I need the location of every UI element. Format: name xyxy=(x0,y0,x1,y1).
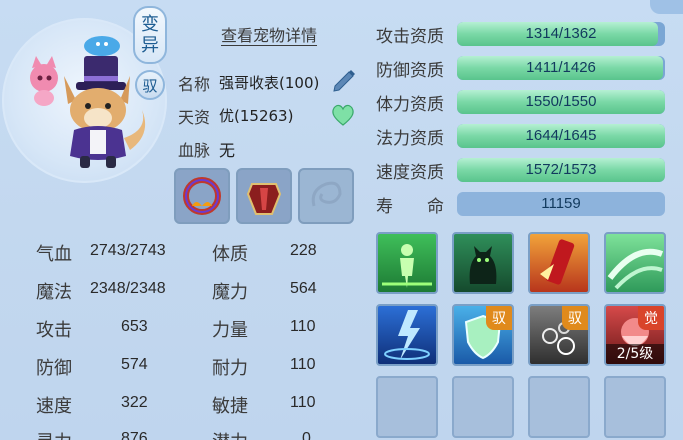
skill-slot-7[interactable]: 驭 xyxy=(528,304,590,366)
attr-label-defense: 防御资质 xyxy=(376,61,444,81)
pet-name-value: 强哥收表(100) xyxy=(219,74,320,92)
equip-slot-3-empty[interactable] xyxy=(298,168,354,224)
stat-label-strength: 力量 xyxy=(212,320,248,341)
stat-label-constitution: 体质 xyxy=(212,244,248,265)
wind-skill-icon xyxy=(607,248,664,290)
skill-slot-5[interactable] xyxy=(376,304,438,366)
stat-value-mp: 2348/2348 xyxy=(90,280,166,297)
skill-slot-empty-2[interactable] xyxy=(452,376,514,438)
skill-slot-3[interactable] xyxy=(528,232,590,294)
skill-slot-6[interactable]: 驭 xyxy=(452,304,514,366)
mutation-char-1: 变 xyxy=(141,14,159,35)
equip-slot-1[interactable] xyxy=(174,168,230,224)
skill-tag-awaken: 觉 xyxy=(638,306,664,330)
pet-detail-panel: 变 异 驭 查看宠物详情 名称 强哥收表(100) 天资 优(15263) 血脉… xyxy=(0,0,683,440)
skill-slot-empty-3[interactable] xyxy=(528,376,590,438)
mutation-badge: 变 异 xyxy=(133,6,167,64)
stat-value-spirit: 876 xyxy=(121,430,148,440)
attr-label-attack: 攻击资质 xyxy=(376,27,444,47)
lifespan-bar: 11159 xyxy=(457,192,665,216)
attr-label-mana: 法力资质 xyxy=(376,129,444,149)
stat-label-spirit: 灵力 xyxy=(36,428,72,440)
attr-label-stamina: 体力资质 xyxy=(376,95,444,115)
skill-slot-empty-4[interactable] xyxy=(604,376,666,438)
attr-bar-text: 1550/1550 xyxy=(525,93,597,110)
fire-scroll-skill-icon xyxy=(540,239,575,285)
skill-tag-yu: 驭 xyxy=(562,306,588,330)
stat-value-magic: 564 xyxy=(290,280,317,297)
attr-bar-text: 1411/1426 xyxy=(526,59,596,76)
lifespan-label: 寿 命 xyxy=(376,197,444,217)
skill-slot-8[interactable]: 觉 2/5级 xyxy=(604,304,666,366)
skill-level: 2/5级 xyxy=(606,344,664,364)
stat-label-mp: 魔法 xyxy=(36,282,72,303)
stat-label-hp: 气血 xyxy=(36,244,72,265)
empty-ornament-icon xyxy=(311,181,342,207)
stat-value-endurance: 110 xyxy=(290,356,316,373)
attr-bar-mana: 1644/1645 xyxy=(457,124,665,148)
view-pet-details-link[interactable]: 查看宠物详情 xyxy=(221,22,317,46)
stat-value-constitution: 228 xyxy=(290,242,317,259)
bloodline-value: 无 xyxy=(219,141,236,160)
attr-bar-text: 1314/1362 xyxy=(525,25,597,42)
armor-icon xyxy=(246,183,282,215)
stat-value-attack: 653 xyxy=(121,318,148,335)
skill-slot-empty-1[interactable] xyxy=(376,376,438,438)
attr-bar-defense: 1411/1426 xyxy=(457,56,665,80)
stat-value-speed: 322 xyxy=(121,394,148,411)
stat-label-defense: 防御 xyxy=(36,358,72,379)
attr-bar-speed: 1572/1573 xyxy=(457,158,665,182)
skill-tag-yu: 驭 xyxy=(486,306,512,330)
skill-slot-4[interactable] xyxy=(604,232,666,294)
stat-label-potential: 潜力 xyxy=(212,428,248,440)
cat-silhouette-skill-icon xyxy=(469,246,497,284)
flame-ring-icon xyxy=(183,177,221,215)
stat-value-defense: 574 xyxy=(121,356,148,373)
attr-label-speed: 速度资质 xyxy=(376,163,444,183)
stat-label-attack: 攻击 xyxy=(36,320,72,341)
skill-slot-1[interactable] xyxy=(376,232,438,294)
stat-value-strength: 110 xyxy=(290,318,316,335)
yu-badge: 驭 xyxy=(135,70,165,100)
attr-bar-attack: 1314/1362 xyxy=(457,22,665,46)
stat-value-hp: 2743/2743 xyxy=(90,242,166,259)
lifespan-value: 11159 xyxy=(541,195,581,212)
lightning-skill-icon xyxy=(384,310,430,360)
attr-bar-text: 1644/1645 xyxy=(525,127,597,144)
attr-bar-text: 1572/1573 xyxy=(525,161,597,178)
stat-value-agility: 110 xyxy=(290,394,316,411)
mutation-char-2: 异 xyxy=(141,35,159,56)
aptitude-label: 天资 xyxy=(178,108,211,127)
heart-icon[interactable] xyxy=(330,103,356,127)
stat-label-agility: 敏捷 xyxy=(212,396,248,417)
stat-value-potential: 0 xyxy=(302,430,311,440)
stat-label-magic: 魔力 xyxy=(212,282,248,303)
corner-decoration xyxy=(650,0,683,14)
aptitude-value: 优(15263) xyxy=(219,107,294,125)
attr-bar-stamina: 1550/1550 xyxy=(457,90,665,114)
green-figure-skill-icon xyxy=(382,244,432,288)
equip-slot-2[interactable] xyxy=(236,168,292,224)
skill-slot-2[interactable] xyxy=(452,232,514,294)
stat-label-speed: 速度 xyxy=(36,396,72,417)
bloodline-label: 血脉 xyxy=(178,141,211,160)
name-label: 名称 xyxy=(178,75,211,94)
edit-name-icon[interactable] xyxy=(329,64,359,94)
stat-label-endurance: 耐力 xyxy=(212,358,248,379)
